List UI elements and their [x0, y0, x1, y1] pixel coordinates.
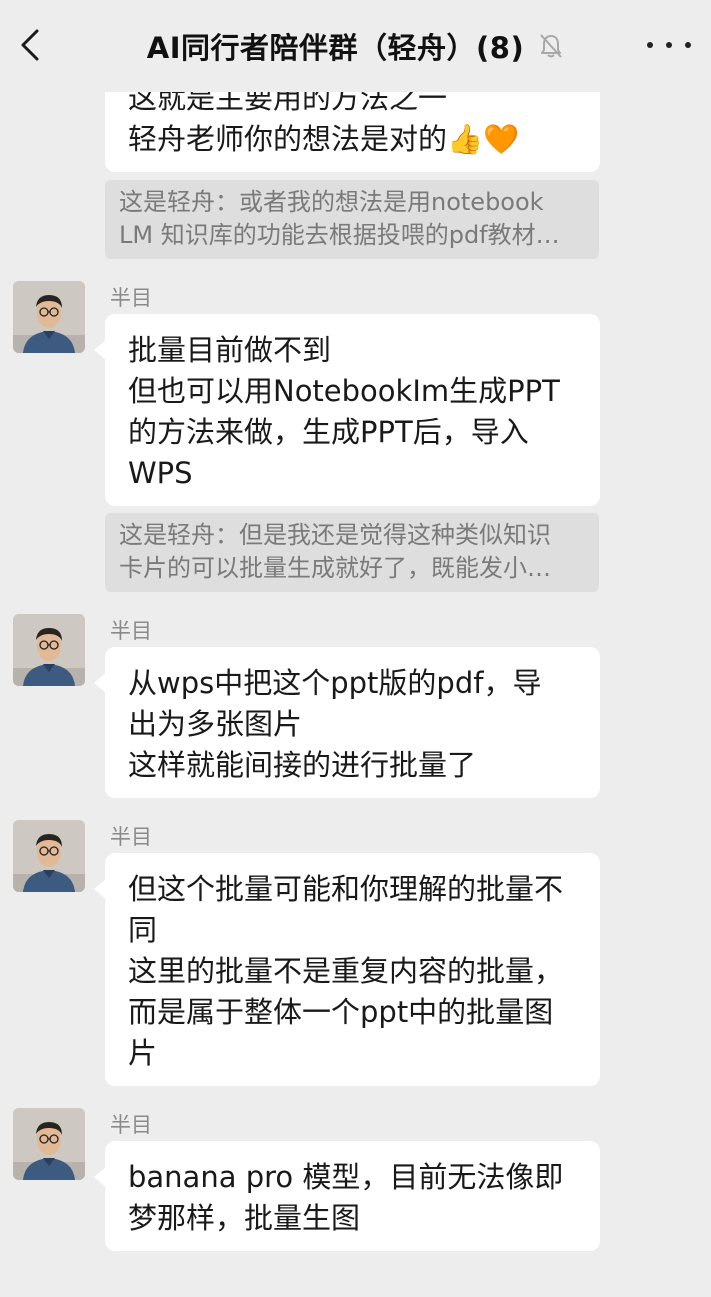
title-row: AI同行者陪伴群（轻舟）(8) [0, 24, 711, 68]
sender-name: 半目 [110, 286, 152, 310]
message-bubble[interactable]: 批量目前做不到 但也可以用NotebookIm生成PPT 的方法来做，生成PPT… [94, 314, 600, 506]
avatar[interactable] [13, 281, 85, 353]
message-bubble[interactable]: 但这个批量可能和你理解的批量不 同 这里的批量不是重复内容的批量， 而是属于整体… [94, 853, 600, 1086]
more-dots-icon [666, 42, 672, 48]
chat-header: AI同行者陪伴群（轻舟）(8) [0, 0, 711, 92]
quoted-reply[interactable]: 这是轻舟：或者我的想法是用notebook LM 知识库的功能去根据投喂的pdf… [105, 180, 599, 259]
message-bubble[interactable]: 从wps中把这个ppt版的pdf，导 出为多张图片 这样就能间接的进行批量了 [94, 647, 600, 798]
avatar[interactable] [13, 820, 85, 892]
sender-name: 半目 [110, 825, 152, 849]
chat-area[interactable]: 这就是主要用的方法之一 轻舟老师你的想法是对的👍🧡 这是轻舟：或者我的想法是用n… [0, 0, 711, 1297]
avatar-image [13, 614, 85, 686]
more-dots-icon [647, 42, 653, 48]
avatar[interactable] [13, 1108, 85, 1180]
sender-name: 半目 [110, 1113, 152, 1137]
more-dots-icon [685, 42, 691, 48]
chat-title[interactable]: AI同行者陪伴群（轻舟）(8) [147, 25, 524, 67]
sender-name: 半目 [110, 619, 152, 643]
avatar[interactable] [13, 614, 85, 686]
more-button[interactable] [647, 30, 691, 60]
message-bubble[interactable]: banana pro 模型，目前无法像即 梦那样，批量生图 [94, 1141, 600, 1251]
quoted-reply[interactable]: 这是轻舟：但是我还是觉得这种类似知识 卡片的可以批量生成就好了，既能发小… [105, 513, 599, 592]
bell-off-icon [540, 34, 562, 58]
avatar-image [13, 281, 85, 353]
avatar-image [13, 1108, 85, 1180]
avatar-image [13, 820, 85, 892]
